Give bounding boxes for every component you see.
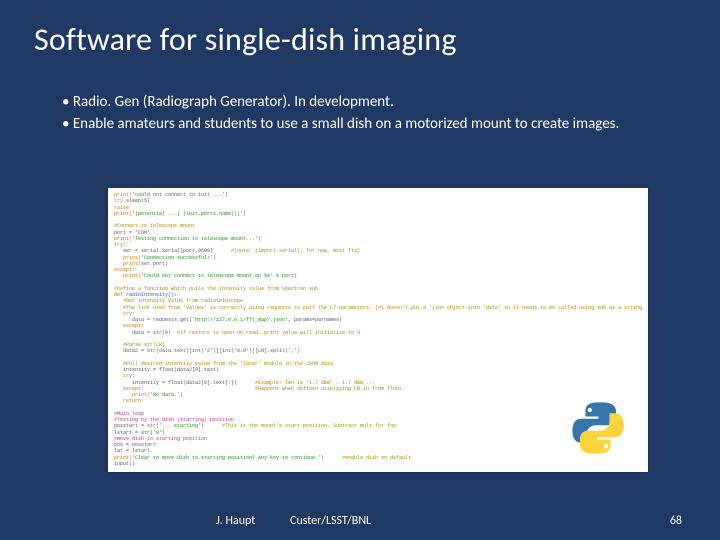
footer-affiliation: Custer/LSST/BNL: [290, 514, 371, 528]
bullet-list: • Radio. Gen (Radiograph Generator). In …: [62, 92, 680, 137]
slide-title: Software for single-dish imaging: [34, 20, 457, 59]
bullet-item: • Radio. Gen (Radiograph Generator). In …: [62, 92, 680, 112]
footer-author: J. Haupt: [216, 514, 255, 528]
python-logo-icon: [566, 398, 630, 458]
footer-page-number: 68: [670, 514, 682, 528]
bullet-item: • Enable amateurs and students to use a …: [62, 114, 680, 134]
code-screenshot: print('could not connect to init ...') t…: [108, 188, 648, 472]
